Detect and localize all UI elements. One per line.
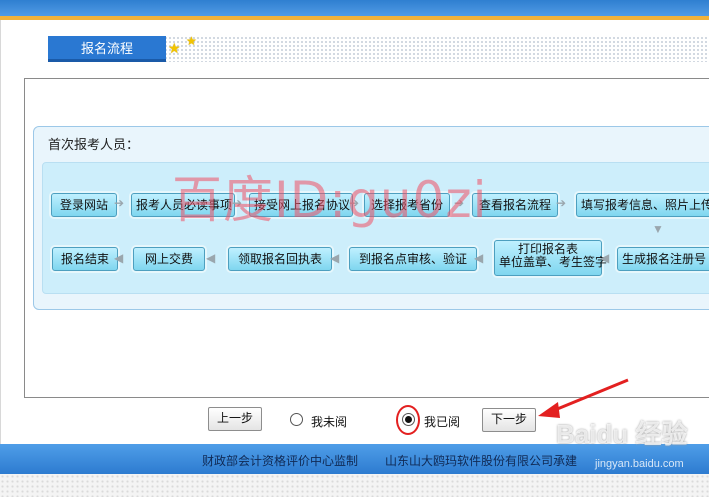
arrow-left-icon: ◀	[114, 251, 124, 265]
arrow-left-icon: ◀	[600, 251, 610, 265]
annotation-circle	[396, 405, 420, 435]
flow-section-title: 首次报考人员：	[48, 137, 140, 152]
arrow-left-icon: ◀	[474, 251, 484, 265]
next-button[interactable]: 下一步	[482, 408, 536, 432]
step-verify-at-site: 到报名点审核、验证	[349, 247, 477, 271]
tab-title: 报名流程	[48, 36, 166, 62]
step-print-form-sub: 单位盖章、考生签字	[499, 255, 608, 269]
step-print-form: 打印报名表 单位盖章、考生签字	[494, 240, 608, 276]
arrow-left-icon: ◀	[330, 251, 340, 265]
arrow-down-icon: ▼	[652, 222, 664, 236]
baidu-watermark: Baidu 经验	[556, 419, 688, 449]
footer-builder: 山东山大鸥玛软件股份有限公司承建	[385, 454, 578, 468]
arrow-left-icon: ◀	[206, 251, 216, 265]
step-login: 登录网站	[51, 193, 117, 217]
watermark-text: 百度ID:gu0zi	[172, 171, 488, 229]
step-fill-info: 填写报考信息、照片上传	[576, 193, 709, 217]
footer-supervisor: 财政部会计资格评价中心监制	[202, 454, 359, 468]
step-generate-number: 生成报名注册号	[617, 247, 709, 271]
star-icon: ★	[168, 40, 181, 56]
step-receive-receipt: 领取报名回执表	[228, 247, 332, 271]
arrow-right-icon: ➔	[556, 196, 567, 210]
step-finish: 报名结束	[52, 247, 118, 271]
bottom-strip	[0, 474, 709, 497]
arrow-right-icon: ➔	[114, 196, 125, 210]
star-icon: ★	[186, 34, 197, 48]
not-read-label[interactable]: 我未阅	[311, 413, 347, 430]
prev-button[interactable]: 上一步	[208, 407, 262, 431]
step-online-payment: 网上交费	[133, 247, 205, 271]
read-label[interactable]: 我已阅	[424, 413, 460, 430]
baidu-url: jingyan.baidu.com	[595, 458, 684, 470]
not-read-radio[interactable]	[290, 413, 303, 426]
